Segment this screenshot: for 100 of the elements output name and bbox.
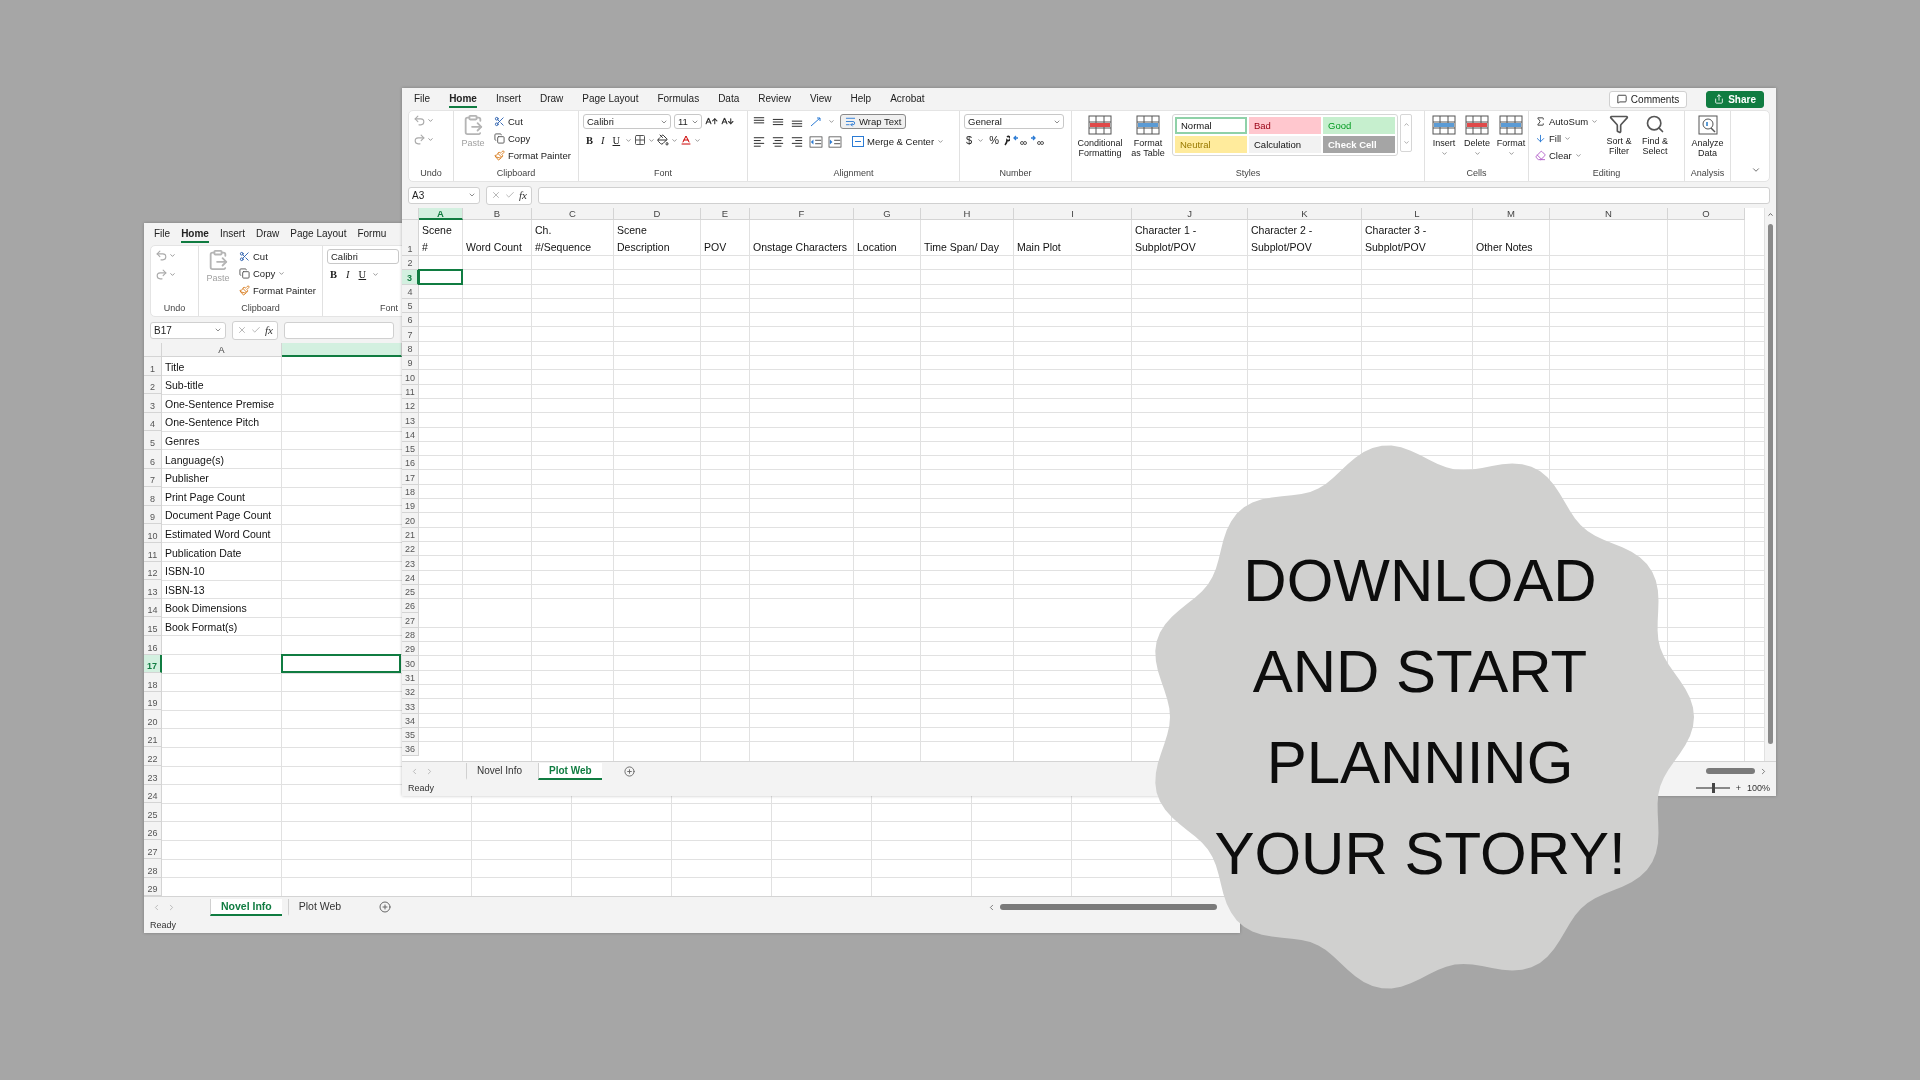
row-number[interactable]: 19: [402, 499, 419, 514]
scroll-up-icon[interactable]: [1402, 120, 1410, 128]
formula-input[interactable]: [283, 321, 394, 339]
row-number[interactable]: 10: [402, 370, 419, 385]
cell-style[interactable]: Neutral: [1175, 136, 1247, 153]
formula-input[interactable]: [537, 186, 1770, 204]
caret-icon[interactable]: [828, 118, 835, 125]
row-number[interactable]: 7: [402, 327, 419, 342]
clear-button[interactable]: Clear: [1533, 148, 1584, 163]
column-header[interactable]: F: [750, 208, 854, 220]
row-number[interactable]: 3: [144, 394, 162, 413]
cut-button[interactable]: Cut: [237, 249, 270, 264]
row-number[interactable]: 33: [402, 699, 419, 714]
indent-icon[interactable]: [828, 135, 842, 148]
row-number[interactable]: 27: [144, 840, 162, 860]
caret-icon[interactable]: [1473, 150, 1481, 157]
row-number[interactable]: 18: [144, 673, 162, 692]
column-header[interactable]: L: [1362, 208, 1473, 220]
vertical-scrollbar[interactable]: [1764, 208, 1776, 761]
orientation-icon[interactable]: [809, 115, 823, 128]
wrap-text-button[interactable]: Wrap Text: [840, 114, 907, 129]
percent-button[interactable]: %: [987, 134, 1001, 146]
conditional-formatting-button[interactable]: Conditional Formatting: [1076, 114, 1124, 158]
cell-style[interactable]: Calculation: [1249, 136, 1321, 153]
enter-icon[interactable]: [505, 190, 515, 200]
scroll-up-icon[interactable]: [1767, 211, 1774, 218]
italic-button[interactable]: I: [598, 134, 608, 146]
sheet-tab[interactable]: Plot Web: [287, 898, 352, 916]
column-header[interactable]: A: [419, 208, 463, 220]
menu-tab[interactable]: Draw: [255, 225, 280, 243]
row-number[interactable]: 9: [402, 356, 419, 371]
menu-tab[interactable]: Formu: [357, 225, 387, 243]
font-name-field[interactable]: Calibri: [327, 249, 399, 264]
name-box[interactable]: B17: [150, 321, 226, 339]
scroll-right-icon[interactable]: [1759, 766, 1768, 776]
find-select-button[interactable]: Find & Select: [1638, 114, 1673, 156]
cut-button[interactable]: Cut: [492, 114, 525, 129]
scroll-down-icon[interactable]: [1402, 138, 1410, 146]
format-cells-button[interactable]: Format: [1495, 114, 1527, 157]
decimal-icon[interactable]: [1012, 134, 1027, 146]
row-number[interactable]: 23: [402, 556, 419, 571]
row-number[interactable]: 25: [144, 803, 162, 822]
comments-button[interactable]: Comments: [1608, 90, 1688, 108]
format-painter-button[interactable]: Format Painter: [492, 148, 573, 163]
caret-icon[interactable]: [214, 326, 222, 334]
caret-icon[interactable]: [427, 136, 434, 143]
row-number[interactable]: 20: [144, 710, 162, 729]
undo-icon[interactable]: [155, 249, 168, 262]
column-header[interactable]: I: [1014, 208, 1132, 220]
indent-icon[interactable]: [809, 135, 823, 148]
horizontal-scrollbar[interactable]: [1706, 767, 1768, 775]
copy-button[interactable]: Copy: [237, 266, 288, 281]
row-number[interactable]: 15: [144, 617, 162, 636]
scroll-right-icon[interactable]: [167, 902, 176, 912]
column-header[interactable]: D: [614, 208, 701, 220]
scroll-left-icon[interactable]: [152, 902, 161, 912]
sheet-tab[interactable]: Plot Web: [538, 762, 602, 780]
undo-icon[interactable]: [413, 114, 426, 127]
menu-tab[interactable]: Insert: [495, 90, 521, 108]
caret-icon[interactable]: [169, 252, 176, 259]
copy-button[interactable]: Copy: [492, 131, 533, 146]
bold-button[interactable]: B: [327, 269, 340, 280]
row-number[interactable]: 8: [144, 487, 162, 506]
row-number[interactable]: 26: [402, 599, 419, 614]
column-header[interactable]: N: [1550, 208, 1668, 220]
caret-icon[interactable]: [1440, 150, 1448, 157]
column-header[interactable]: J: [1132, 208, 1248, 220]
caret-icon[interactable]: [671, 136, 679, 144]
merge-center-button[interactable]: Merge & Center: [847, 134, 950, 149]
menu-tab[interactable]: Home: [449, 90, 477, 108]
cell-style[interactable]: Bad: [1249, 117, 1321, 134]
row-number[interactable]: 13: [144, 580, 162, 599]
row-number[interactable]: 27: [402, 613, 419, 628]
column-header[interactable]: M: [1473, 208, 1550, 220]
menu-tab[interactable]: View: [810, 90, 832, 108]
caret-icon[interactable]: [648, 136, 656, 144]
row-number[interactable]: 17: [402, 470, 419, 485]
caret-icon[interactable]: [278, 270, 286, 277]
underline-button[interactable]: U: [609, 134, 624, 146]
caret-icon[interactable]: [372, 271, 380, 278]
column-header[interactable]: B: [463, 208, 532, 220]
font-name-field[interactable]: Calibri: [583, 114, 671, 129]
number-format-field[interactable]: General: [964, 114, 1064, 129]
zoom-in-button[interactable]: +: [1735, 783, 1741, 793]
menu-tab[interactable]: Data: [718, 90, 740, 108]
scroll-left-icon[interactable]: [410, 766, 419, 776]
cancel-icon[interactable]: [237, 325, 247, 335]
caret-icon[interactable]: [625, 136, 633, 144]
row-number[interactable]: 23: [144, 766, 162, 785]
fill-color-icon[interactable]: [657, 134, 670, 146]
row-number[interactable]: 28: [144, 859, 162, 878]
add-sheet-icon[interactable]: [623, 765, 635, 777]
caret-icon[interactable]: [427, 117, 434, 124]
redo-icon[interactable]: [155, 268, 168, 281]
caret-icon[interactable]: [169, 271, 176, 278]
underline-button[interactable]: U: [355, 269, 370, 280]
currency-button[interactable]: $: [964, 134, 975, 146]
menu-tab[interactable]: Help: [850, 90, 872, 108]
selected-cell[interactable]: [281, 653, 401, 674]
column-header[interactable]: [282, 343, 402, 357]
